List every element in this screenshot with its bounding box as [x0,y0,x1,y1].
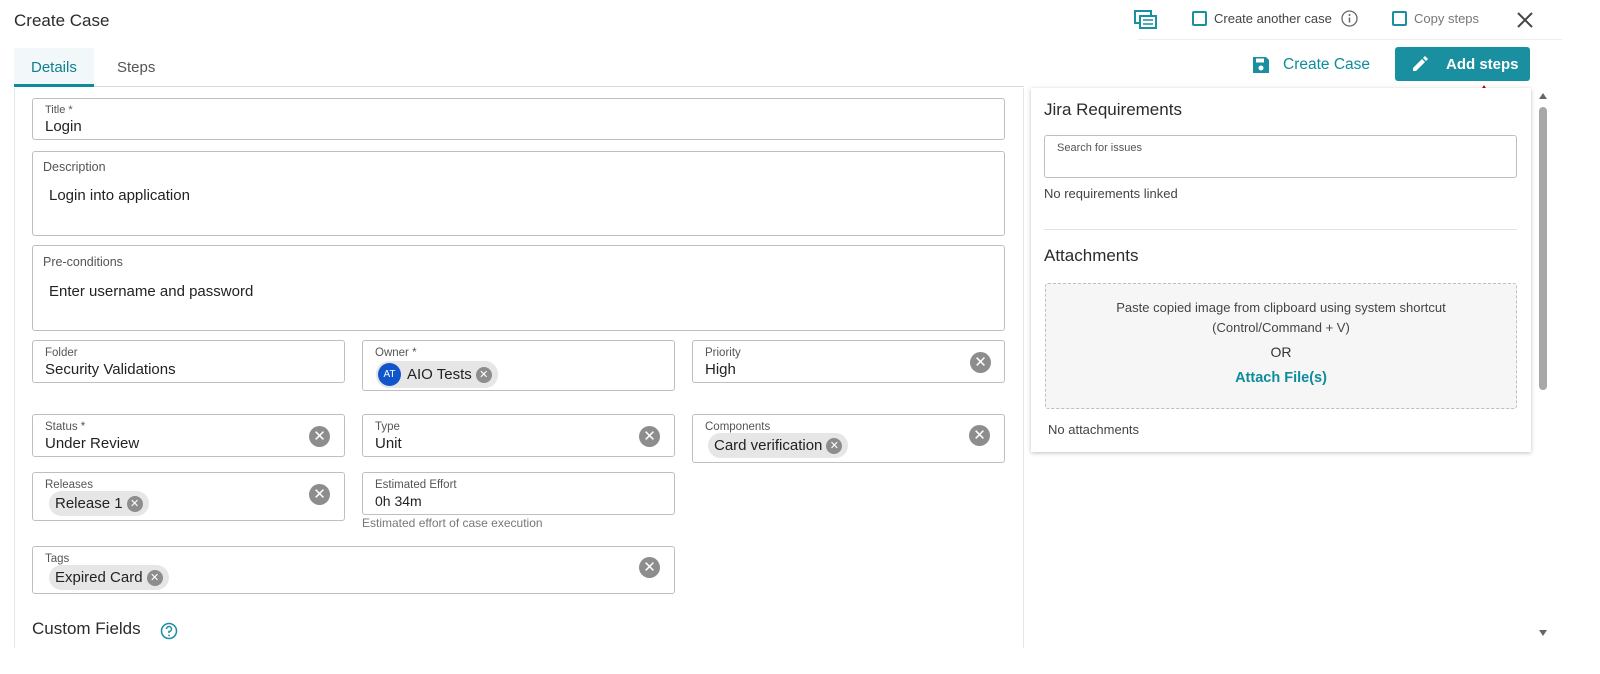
release-value: Release 1 [55,495,123,512]
add-steps-label: Add steps [1446,55,1519,73]
chevron-down-icon [1539,630,1547,636]
info-icon[interactable] [1341,10,1358,27]
panel-divider [1044,229,1517,230]
priority-label: Priority [705,347,741,359]
remove-release-icon[interactable]: ✕ [126,495,143,512]
scrollbar[interactable] [1538,90,1548,640]
estimated-effort-label: Estimated Effort [375,479,457,491]
releases-field[interactable]: Releases Release 1 ✕ ✕ [32,472,345,521]
status-value: Under Review [45,435,140,452]
status-label: Status * [45,421,86,433]
owner-field[interactable]: Owner * AT AIO Tests ✕ [362,340,675,391]
priority-value: High [705,361,736,378]
remove-owner-icon[interactable]: ✕ [475,366,492,383]
component-value: Card verification [714,437,823,454]
dialog-title: Create Case [14,11,110,30]
folder-value: Security Validations [45,361,176,378]
remove-component-icon[interactable]: ✕ [826,437,843,454]
status-field[interactable]: Status * Under Review ✕ [32,414,345,457]
copy-steps-toggle[interactable]: Copy steps [1392,11,1479,26]
tags-label: Tags [45,553,70,565]
preconditions-value: Enter username and password [49,283,254,300]
or-text: OR [1270,344,1292,360]
components-field[interactable]: Components Card verification ✕ ✕ [692,414,1005,463]
jira-requirements-title: Jira Requirements [1044,100,1182,119]
owner-label: Owner * [375,347,417,359]
clear-type-icon[interactable]: ✕ [639,426,660,447]
tag-value: Expired Card [55,569,143,586]
jira-search-input[interactable]: Search for issues [1044,135,1517,178]
chevron-up-icon [1539,93,1547,99]
paste-hint-line1: Paste copied image from clipboard using … [1116,300,1446,315]
close-icon[interactable] [1516,11,1534,29]
description-label: Description [43,160,106,174]
clear-tags-icon[interactable]: ✕ [639,557,660,578]
preconditions-field[interactable]: Pre-conditions Enter username and passwo… [32,245,1005,331]
folder-field[interactable]: Folder Security Validations [32,340,345,383]
add-steps-button[interactable]: Add steps [1395,47,1530,81]
create-case-button[interactable]: Create Case [1251,48,1370,82]
copy-steps-checkbox[interactable] [1392,11,1407,26]
type-label: Type [375,421,400,433]
scrollbar-thumb [1539,107,1547,390]
title-label: Title * [45,104,73,116]
no-attachments-text: No attachments [1048,422,1140,437]
create-another-checkbox[interactable] [1192,11,1207,26]
type-value: Unit [375,435,402,452]
clear-components-icon[interactable]: ✕ [969,425,990,446]
folder-label: Folder [45,347,78,359]
type-field[interactable]: Type Unit ✕ [362,414,675,457]
jira-search-placeholder: Search for issues [1057,142,1142,154]
priority-field[interactable]: Priority High ✕ [692,340,1005,383]
attachment-dropzone[interactable]: Paste copied image from clipboard using … [1045,283,1517,409]
create-another-label: Create another case [1214,11,1332,26]
estimated-effort-field[interactable]: Estimated Effort 0h 34m [362,472,675,515]
save-icon [1253,57,1269,73]
description-value: Login into application [49,187,190,204]
custom-fields-title: Custom Fields [32,619,141,638]
title-field[interactable]: Title * Login [32,98,1005,140]
description-field[interactable]: Description Login into application [32,151,1005,236]
comments-icon[interactable] [1134,10,1158,30]
components-label: Components [705,421,771,433]
owner-value: AIO Tests [407,366,472,383]
help-icon[interactable] [160,622,178,640]
component-chip[interactable]: Card verification ✕ [708,433,849,458]
release-chip[interactable]: Release 1 ✕ [49,491,149,516]
clear-status-icon[interactable]: ✕ [309,426,330,447]
copy-steps-label: Copy steps [1414,11,1480,26]
clear-releases-icon[interactable]: ✕ [309,484,330,505]
estimated-effort-value: 0h 34m [375,493,422,509]
tab-details[interactable]: Details [14,48,94,87]
preconditions-label: Pre-conditions [43,255,123,269]
remove-tag-icon[interactable]: ✕ [146,569,163,586]
tab-steps[interactable]: Steps [100,48,172,87]
attachments-title: Attachments [1044,246,1139,265]
paste-hint-line2: (Control/Command + V) [1212,320,1350,335]
title-value: Login [45,118,82,135]
no-requirements-text: No requirements linked [1044,186,1178,201]
owner-chip[interactable]: AT AIO Tests ✕ [376,361,498,388]
create-case-label: Create Case [1283,56,1371,73]
tag-chip[interactable]: Expired Card ✕ [49,565,169,590]
estimated-effort-help: Estimated effort of case execution [362,516,543,530]
create-another-toggle[interactable]: Create another case [1192,11,1332,26]
avatar: AT [378,363,401,386]
pencil-icon [1413,56,1428,71]
releases-label: Releases [45,479,93,491]
tags-field[interactable]: Tags Expired Card ✕ ✕ [32,546,675,594]
attach-files-link[interactable]: Attach File(s) [1046,370,1516,386]
clear-priority-icon[interactable]: ✕ [970,352,991,373]
